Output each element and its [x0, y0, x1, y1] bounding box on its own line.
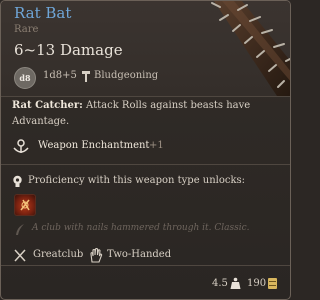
- hand-icon: [90, 248, 103, 263]
- spiked-club-icon: [211, 1, 290, 96]
- item-price: 190: [247, 278, 267, 289]
- tooltip-footer: 4.5 190: [1, 265, 290, 299]
- hammer-icon: [82, 71, 90, 82]
- rune-icon: [13, 139, 29, 153]
- tooltip-header: Rat Bat Rare 6~13 Damage d8 1d8+5 Bludge…: [1, 1, 290, 96]
- enchantment-value: +1: [149, 140, 164, 151]
- passive-name: Rat Catcher:: [12, 100, 83, 111]
- item-rarity: Rare: [14, 24, 39, 35]
- d8-die-icon: d8: [14, 67, 36, 89]
- damage-dice: 1d8+5: [43, 70, 77, 81]
- damage-type: Bludgeoning: [94, 70, 159, 81]
- item-title: Rat Bat: [14, 4, 72, 22]
- quill-icon: [16, 224, 24, 235]
- handedness-tag: Two-Handed: [107, 249, 172, 260]
- item-tooltip: Rat Bat Rare 6~13 Damage d8 1d8+5 Bludge…: [0, 0, 291, 300]
- item-weight: 4.5: [212, 278, 228, 289]
- enchantment-name: Weapon Enchantment: [38, 140, 150, 151]
- divider: [1, 164, 290, 165]
- damage-range: 6~13 Damage: [14, 41, 123, 59]
- passive-effect: Rat Catcher: Attack Rolls against beasts…: [12, 98, 282, 130]
- proficiency-text: Proficiency with this weapon type unlock…: [28, 175, 246, 186]
- crossed-swords-icon: [14, 249, 26, 262]
- divider: [1, 96, 290, 97]
- action-glyph-icon: [20, 199, 30, 211]
- weight-icon: [230, 277, 241, 289]
- weapon-action-icon[interactable]: [14, 194, 36, 216]
- weapon-type-tag: Greatclub: [33, 249, 84, 260]
- bulb-icon: [13, 175, 22, 187]
- coin-icon: [268, 278, 277, 289]
- flavor-text: A club with nails hammered through it. C…: [32, 223, 250, 233]
